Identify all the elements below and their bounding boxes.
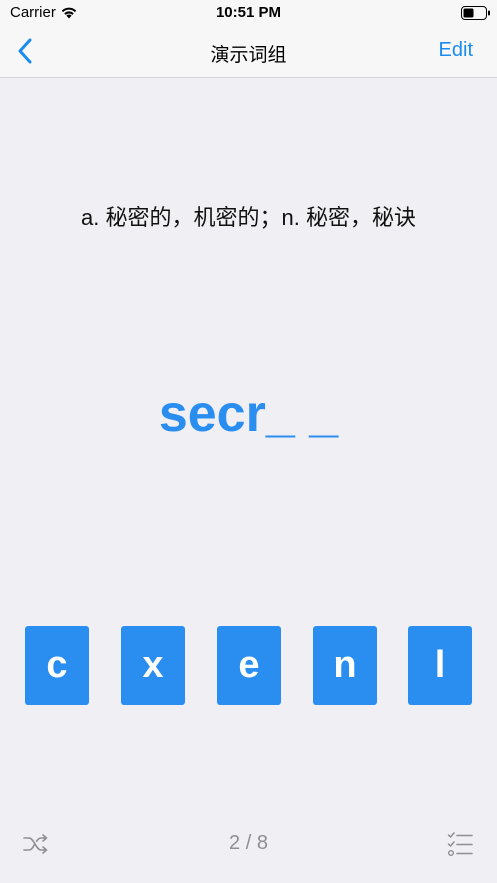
status-bar: Carrier 10:51 PM [0,0,497,26]
status-time: 10:51 PM [215,4,282,21]
word-list-button[interactable] [447,831,473,857]
page-title: 演示词组 [210,45,287,66]
navigation-bar: 演示词组 Edit [0,26,497,78]
word-puzzle: secr_ _ [158,385,339,443]
battery-icon [461,6,490,20]
letter-tile[interactable]: e [217,626,281,705]
edit-button[interactable]: Edit [439,39,473,62]
checklist-icon [447,832,473,857]
letter-tile[interactable]: c [25,626,89,705]
page-indicator: 2 / 8 [229,832,268,854]
letter-tile[interactable]: x [121,626,185,705]
letter-tile[interactable]: n [313,626,377,705]
letter-choices: c x e n l [25,626,472,705]
word-definition: a. 秘密的，机密的；n. 秘密，秘诀 [81,205,416,230]
letter-tile[interactable]: l [408,626,472,705]
